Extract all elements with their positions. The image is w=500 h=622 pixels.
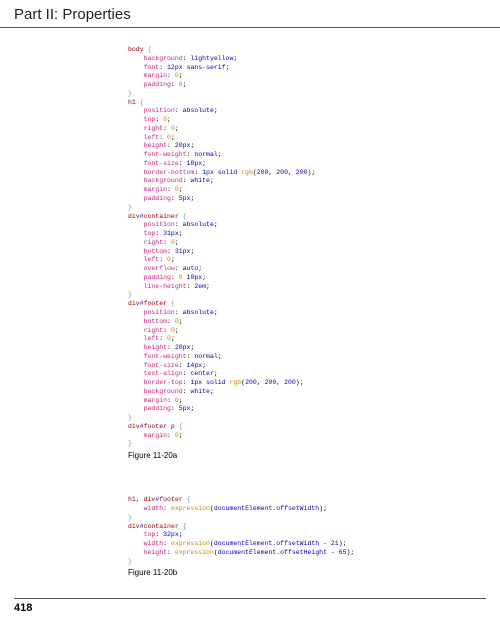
figure-caption-a: Figure 11-20a bbox=[0, 449, 500, 460]
figure-caption-b: Figure 11-20b bbox=[0, 566, 500, 577]
page-number: 418 bbox=[14, 598, 486, 614]
page-header: Part II: Properties bbox=[0, 0, 500, 28]
header-title: Part II: Properties bbox=[14, 6, 500, 23]
code-listing-a: body { background: lightyellow; font: 12… bbox=[0, 28, 500, 449]
code-listing-b: h1, div#footer { width: expression(docum… bbox=[0, 478, 500, 566]
